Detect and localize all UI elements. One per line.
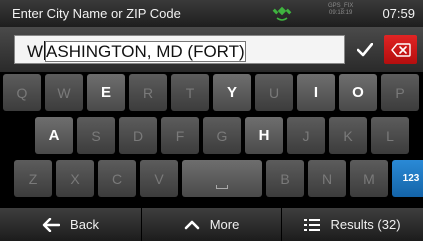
results-button[interactable]: Results (32) [282, 208, 423, 241]
input-row: W ASHINGTON, MD (FORT) [0, 27, 423, 72]
key-p: P [381, 74, 419, 111]
key-q: Q [3, 74, 41, 111]
keyboard-row-1: QWERTYUIOP [3, 74, 423, 111]
backspace-icon [390, 42, 411, 57]
text-caret [44, 41, 46, 60]
gps-time-readout: GPS_FIX 09:18:19 [328, 3, 353, 17]
key-h[interactable]: H [245, 117, 283, 154]
key-a[interactable]: A [35, 117, 73, 154]
key-m: M [350, 160, 388, 197]
more-label: More [209, 217, 240, 232]
gps-time-line2: 09:18:19 [328, 10, 353, 16]
key-i[interactable]: I [297, 74, 335, 111]
key-k: K [329, 117, 367, 154]
key-y[interactable]: Y [213, 74, 251, 111]
key-v: V [140, 160, 178, 197]
key-x: X [56, 160, 94, 197]
key-l: L [371, 117, 409, 154]
chevron-up-icon [184, 220, 199, 229]
back-label: Back [70, 217, 99, 232]
bottom-bar: Back More Results (32) [0, 208, 423, 241]
key-e[interactable]: E [87, 74, 125, 111]
key-numeric-toggle[interactable]: 123 [392, 160, 423, 197]
confirm-button[interactable] [350, 35, 380, 64]
space-bar-icon [216, 185, 228, 189]
back-button[interactable]: Back [0, 208, 142, 241]
status-bar: Enter City Name or ZIP Code GPS_FIX 09:1… [0, 0, 423, 27]
autocomplete-text: ASHINGTON, MD (FORT) [45, 41, 246, 62]
key-b: B [266, 160, 304, 197]
key-c: C [98, 160, 136, 197]
key-space[interactable] [182, 160, 262, 197]
key-d: D [119, 117, 157, 154]
checkmark-icon [357, 42, 373, 56]
screen-title: Enter City Name or ZIP Code [12, 6, 181, 21]
left-arrow-icon [42, 217, 61, 232]
typed-text: W [27, 42, 44, 61]
key-w: W [45, 74, 83, 111]
on-screen-keyboard: QWERTYUIOP ASDFGHJKL Z X C V B N M 123 [0, 72, 423, 208]
key-o[interactable]: O [339, 74, 377, 111]
key-g: G [203, 117, 241, 154]
satellite-icon [271, 4, 293, 22]
key-z: Z [14, 160, 52, 197]
city-search-input[interactable]: W ASHINGTON, MD (FORT) [14, 35, 345, 64]
keyboard-row-2: ASDFGHJKL [35, 117, 413, 154]
clock: 07:59 [382, 6, 415, 21]
key-t: T [171, 74, 209, 111]
key-f: F [161, 117, 199, 154]
key-n: N [308, 160, 346, 197]
keyboard-row-3: Z X C V B N M 123 [14, 160, 423, 197]
key-j: J [287, 117, 325, 154]
results-label: Results (32) [330, 217, 401, 232]
city-input-text: W ASHINGTON, MD (FORT) [27, 41, 246, 62]
key-u: U [255, 74, 293, 111]
delete-button[interactable] [384, 35, 417, 64]
key-s: S [77, 117, 115, 154]
key-r: R [129, 74, 167, 111]
list-icon [304, 218, 321, 231]
more-button[interactable]: More [142, 208, 282, 241]
gps-time-line1: GPS_FIX [328, 3, 354, 9]
